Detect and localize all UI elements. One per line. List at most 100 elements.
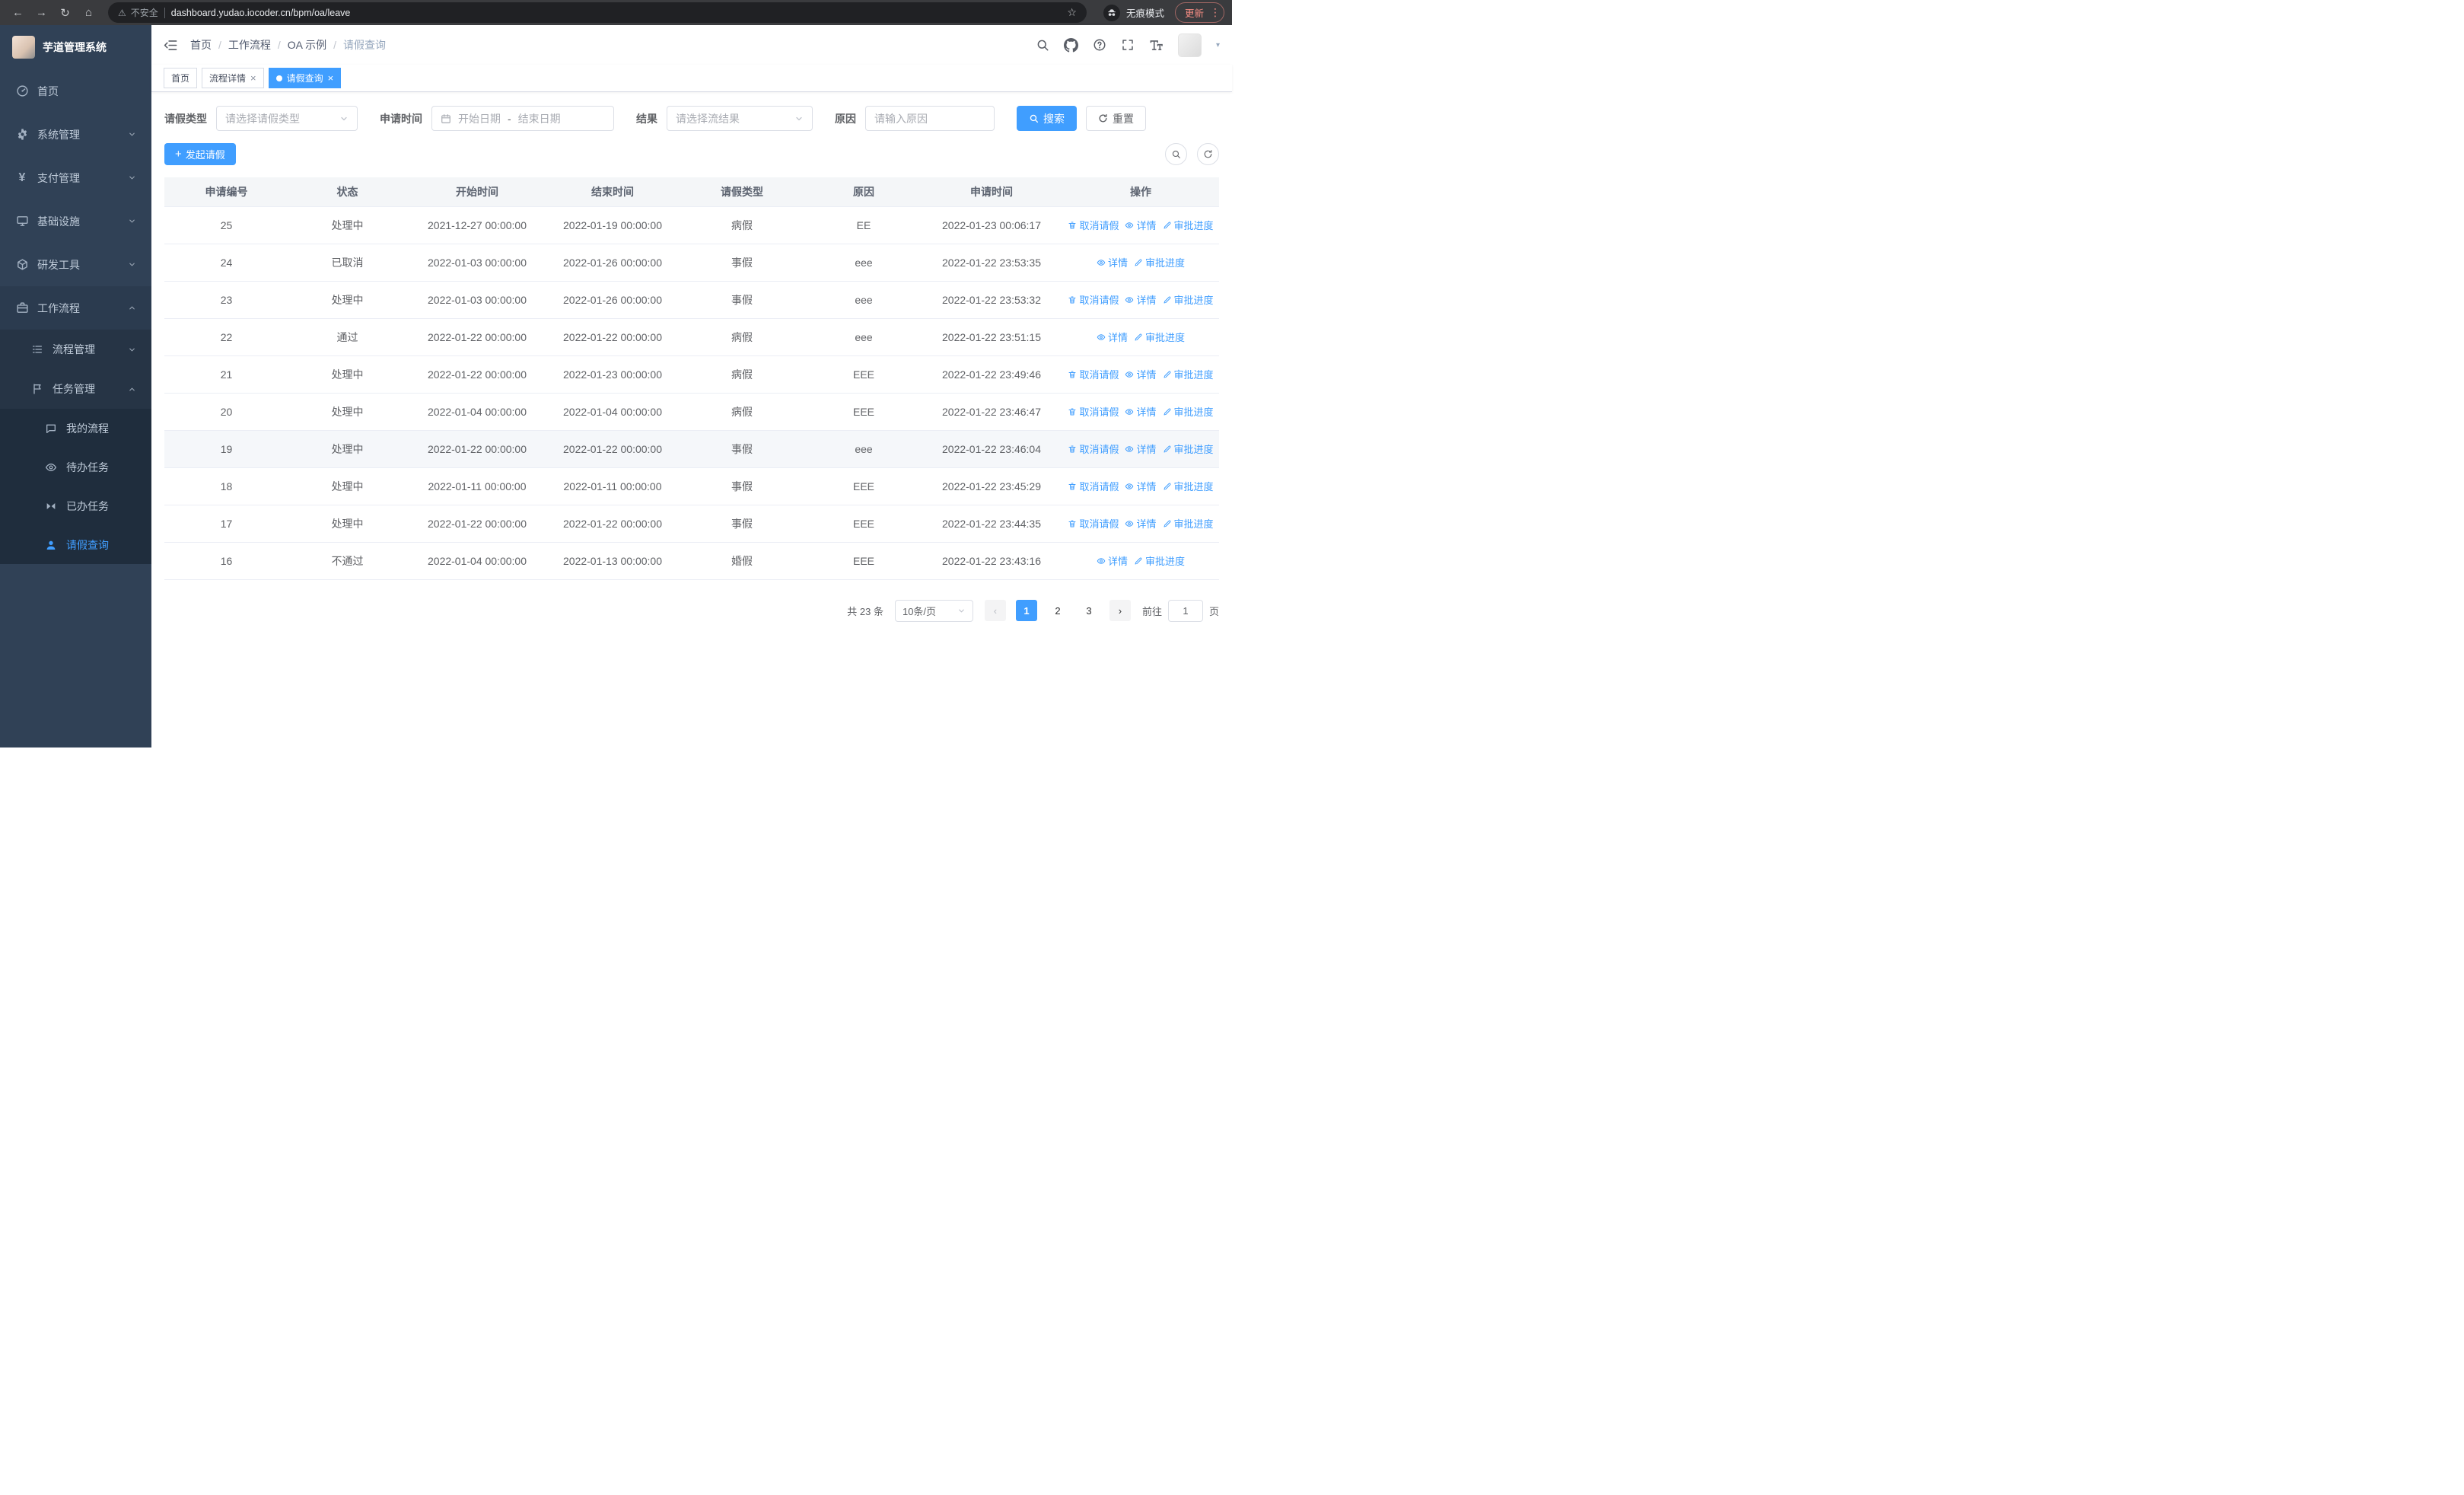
cell-apply_time: 2022-01-22 23:46:04 — [921, 430, 1062, 468]
search-icon[interactable] — [1036, 38, 1049, 52]
approval-progress-link[interactable]: 审批进度 — [1163, 292, 1214, 307]
start-date-placeholder: 开始日期 — [458, 112, 501, 125]
sidebar-item-todo-tasks[interactable]: 待办任务 — [0, 448, 151, 486]
chevron-down-icon — [957, 607, 966, 615]
cancel-leave-link[interactable]: 取消请假 — [1068, 292, 1119, 307]
sidebar-item-task-management[interactable]: 任务管理 — [0, 369, 151, 409]
cell-start_time: 2022-01-22 00:00:00 — [406, 355, 548, 394]
tab-leave-query[interactable]: 请假查询 × — [268, 68, 342, 88]
approval-progress-link[interactable]: 审批进度 — [1163, 218, 1214, 232]
cell-leave_type: 病假 — [677, 318, 807, 356]
avatar[interactable] — [1177, 33, 1202, 57]
fullscreen-icon[interactable] — [1121, 38, 1135, 52]
detail-link[interactable]: 详情 — [1125, 404, 1157, 419]
browser-forward-button[interactable]: → — [31, 2, 52, 23]
approval-progress-link[interactable]: 审批进度 — [1134, 553, 1185, 568]
next-page-button[interactable]: › — [1109, 600, 1131, 621]
cancel-leave-link[interactable]: 取消请假 — [1068, 479, 1119, 493]
browser-reload-button[interactable]: ↻ — [55, 2, 75, 23]
approval-progress-link[interactable]: 审批进度 — [1163, 441, 1214, 456]
address-bar[interactable]: ⚠ 不安全 dashboard.yudao.iocoder.cn/bpm/oa/… — [108, 2, 1087, 23]
column-header: 申请编号 — [164, 177, 288, 207]
cell-status: 通过 — [288, 318, 406, 356]
page-button-2[interactable]: 2 — [1047, 600, 1068, 621]
detail-link[interactable]: 详情 — [1125, 218, 1157, 232]
cell-actions: 取消请假 详情 审批进度 — [1062, 467, 1219, 505]
detail-link[interactable]: 详情 — [1097, 553, 1128, 568]
leave-type-select[interactable]: 请选择请假类型 — [216, 106, 358, 131]
app-header: 首页 / 工作流程 / OA 示例 / 请假查询 ▾ — [151, 25, 1232, 65]
browser-home-button[interactable]: ⌂ — [78, 2, 99, 23]
github-icon[interactable] — [1063, 37, 1078, 53]
chevron-down-icon[interactable]: ▾ — [1216, 41, 1220, 49]
detail-link[interactable]: 详情 — [1125, 367, 1157, 381]
cancel-leave-link[interactable]: 取消请假 — [1068, 441, 1119, 456]
breadcrumb-item[interactable]: 首页 — [190, 37, 212, 53]
cell-apply_time: 2022-01-22 23:45:29 — [921, 467, 1062, 505]
detail-link[interactable]: 详情 — [1125, 292, 1157, 307]
chevron-down-icon — [128, 260, 136, 269]
sidebar-item-home[interactable]: 首页 — [0, 69, 151, 113]
dashboard-icon — [15, 84, 29, 97]
reset-button[interactable]: 重置 — [1086, 106, 1146, 131]
table-row: 24 已取消 2022-01-03 00:00:00 2022-01-26 00:00… — [164, 244, 1219, 282]
result-select[interactable]: 请选择流结果 — [667, 106, 813, 131]
browser-menu-icon[interactable]: ⋮ — [1210, 6, 1221, 19]
approval-progress-link[interactable]: 审批进度 — [1163, 367, 1214, 381]
collapse-sidebar-icon[interactable] — [164, 38, 178, 53]
font-size-icon[interactable] — [1149, 38, 1164, 53]
reason-input[interactable] — [874, 112, 985, 125]
cell-start_time: 2022-01-11 00:00:00 — [406, 467, 548, 505]
approval-progress-link[interactable]: 审批进度 — [1134, 330, 1185, 344]
approval-progress-link[interactable]: 审批进度 — [1163, 516, 1214, 531]
page-size-select[interactable]: 10条/页 — [894, 599, 973, 622]
approval-progress-link[interactable]: 审批进度 — [1163, 479, 1214, 493]
detail-link[interactable]: 详情 — [1125, 441, 1157, 456]
refresh-table-button[interactable] — [1197, 143, 1219, 165]
approval-progress-link[interactable]: 审批进度 — [1163, 404, 1214, 419]
close-icon[interactable]: × — [328, 73, 334, 83]
detail-link[interactable]: 详情 — [1125, 516, 1157, 531]
sidebar-item-process-management[interactable]: 流程管理 — [0, 330, 151, 369]
sidebar-item-workflow[interactable]: 工作流程 — [0, 286, 151, 330]
detail-link[interactable]: 详情 — [1097, 255, 1128, 269]
close-icon[interactable]: × — [250, 73, 256, 83]
detail-link[interactable]: 详情 — [1125, 479, 1157, 493]
cell-apply_time: 2022-01-23 00:06:17 — [921, 206, 1062, 244]
goto-page-input[interactable] — [1167, 599, 1203, 622]
prev-page-button[interactable]: ‹ — [984, 600, 1006, 621]
tab-home[interactable]: 首页 — [164, 68, 198, 88]
create-leave-button[interactable]: + 发起请假 — [164, 143, 236, 165]
detail-link[interactable]: 详情 — [1097, 330, 1128, 344]
tab-process-detail[interactable]: 流程详情 × — [202, 68, 264, 88]
sidebar-item-infrastructure[interactable]: 基础设施 — [0, 199, 151, 243]
breadcrumb-item[interactable]: OA 示例 — [288, 37, 326, 53]
search-button[interactable]: 搜索 — [1017, 106, 1077, 131]
cancel-leave-link[interactable]: 取消请假 — [1068, 218, 1119, 232]
apply-time-range-picker[interactable]: 开始日期 - 结束日期 — [431, 106, 614, 131]
sidebar-item-devtools[interactable]: 研发工具 — [0, 243, 151, 286]
page-button-1[interactable]: 1 — [1015, 600, 1037, 621]
page-button-3[interactable]: 3 — [1078, 600, 1100, 621]
sidebar-item-my-process[interactable]: 我的流程 — [0, 409, 151, 448]
help-icon[interactable] — [1093, 38, 1106, 52]
toggle-search-button[interactable] — [1165, 143, 1187, 165]
breadcrumb-item[interactable]: 工作流程 — [228, 37, 271, 53]
briefcase-icon — [15, 301, 29, 314]
sidebar-item-leave-query[interactable]: 请假查询 — [0, 525, 151, 564]
browser-update-chip[interactable]: 更新 ⋮ — [1174, 2, 1224, 23]
tab-bar: 首页 流程详情 × 请假查询 × — [151, 65, 1232, 92]
bookmark-star-icon[interactable]: ☆ — [1067, 6, 1077, 19]
cancel-leave-link[interactable]: 取消请假 — [1068, 367, 1119, 381]
cell-id: 20 — [164, 393, 288, 431]
sidebar-item-system[interactable]: 系统管理 — [0, 113, 151, 156]
security-warning[interactable]: ⚠ 不安全 — [118, 6, 158, 19]
cancel-leave-link[interactable]: 取消请假 — [1068, 404, 1119, 419]
browser-back-button[interactable]: ← — [8, 2, 28, 23]
sidebar-item-done-tasks[interactable]: 已办任务 — [0, 486, 151, 525]
sidebar-item-payment[interactable]: ¥ 支付管理 — [0, 156, 151, 199]
approval-progress-link[interactable]: 审批进度 — [1134, 255, 1185, 269]
cell-id: 16 — [164, 542, 288, 580]
cell-status: 处理中 — [288, 206, 406, 244]
cancel-leave-link[interactable]: 取消请假 — [1068, 516, 1119, 531]
